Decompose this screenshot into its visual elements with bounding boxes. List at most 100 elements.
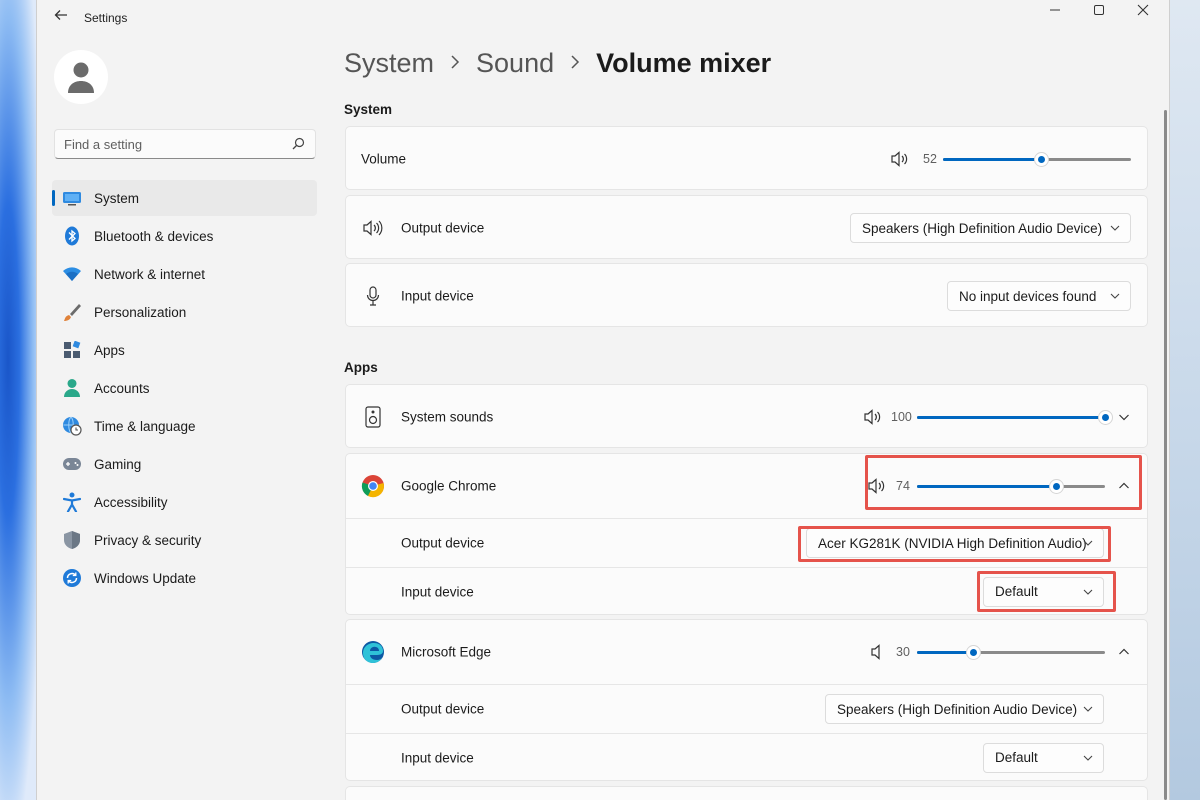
chevron-right-icon <box>450 53 460 74</box>
section-title-apps: Apps <box>344 360 378 375</box>
input-device-label: Input device <box>401 288 474 304</box>
title-bar: Settings <box>37 0 1169 36</box>
accessibility-icon <box>62 492 82 512</box>
monitor-icon <box>62 188 82 208</box>
speaker-box-icon <box>361 405 385 429</box>
maximize-button[interactable] <box>1077 0 1121 20</box>
sidebar-item-label: Apps <box>94 342 125 358</box>
system-volume-card: Volume 52 <box>345 126 1148 190</box>
dropdown-value: Acer KG281K (NVIDIA High Definition Audi… <box>818 535 1087 551</box>
sidebar-item-windows-update[interactable]: Windows Update <box>52 560 317 596</box>
speaker-icon[interactable] <box>865 474 889 498</box>
output-device-label: Output device <box>401 535 485 551</box>
input-device-dropdown[interactable]: No input devices found <box>947 281 1131 311</box>
close-icon <box>1137 4 1149 16</box>
volume-label: Volume <box>361 151 407 167</box>
breadcrumb-sound[interactable]: Sound <box>476 48 554 79</box>
sidebar-item-accessibility[interactable]: Accessibility <box>52 484 317 520</box>
chevron-down-icon <box>1119 414 1129 421</box>
search-box[interactable] <box>54 129 316 159</box>
bluetooth-icon <box>62 226 82 246</box>
gamepad-icon <box>62 454 82 474</box>
sidebar-item-network[interactable]: Network & internet <box>52 256 317 292</box>
chevron-down-icon <box>1083 706 1093 712</box>
back-arrow-icon <box>54 10 67 20</box>
sidebar-item-accounts[interactable]: Accounts <box>52 370 317 406</box>
breadcrumb-system[interactable]: System <box>344 48 434 79</box>
chevron-down-icon <box>1110 293 1120 299</box>
maximize-icon <box>1094 5 1104 15</box>
edge-output-device-dropdown[interactable]: Speakers (High Definition Audio Device) <box>825 694 1104 724</box>
edge-icon <box>361 640 385 664</box>
output-device-dropdown[interactable]: Speakers (High Definition Audio Device) <box>850 213 1131 243</box>
dropdown-value: Default <box>995 750 1038 765</box>
app-volume-slider[interactable] <box>917 476 1105 496</box>
volume-value: 52 <box>923 152 937 166</box>
minimize-icon <box>1050 9 1060 11</box>
dropdown-value: Speakers (High Definition Audio Device) <box>862 220 1103 236</box>
search-icon <box>292 137 305 150</box>
wifi-icon <box>62 264 82 284</box>
sidebar-item-label: Time & language <box>94 418 196 434</box>
chevron-up-icon <box>1119 648 1129 655</box>
back-button[interactable] <box>51 8 71 28</box>
apps-icon <box>62 340 82 360</box>
breadcrumb: System Sound Volume mixer <box>344 48 771 79</box>
app-name: Google Chrome <box>401 478 497 494</box>
app-name: Microsoft Edge <box>401 644 492 660</box>
sidebar-item-label: Windows Update <box>94 570 197 586</box>
output-device-label: Output device <box>401 701 485 717</box>
collapse-button[interactable] <box>1113 475 1135 497</box>
speaker-icon[interactable] <box>861 405 885 429</box>
chevron-down-icon <box>1083 589 1093 595</box>
search-input[interactable] <box>55 130 275 158</box>
output-device-label: Output device <box>401 220 485 236</box>
sidebar-item-time-language[interactable]: Time & language <box>52 408 317 444</box>
volume-slider[interactable] <box>943 149 1131 169</box>
sidebar-item-label: System <box>94 190 140 206</box>
brush-icon <box>62 302 82 322</box>
app-volume-value: 30 <box>896 645 910 659</box>
person-icon <box>68 62 94 93</box>
sidebar-item-label: Accounts <box>94 380 150 396</box>
speaker-low-icon[interactable] <box>865 640 889 664</box>
app-volume-slider[interactable] <box>917 407 1113 427</box>
sidebar-item-system[interactable]: System <box>52 180 317 216</box>
chrome-output-device-dropdown[interactable]: Acer KG281K (NVIDIA High Definition Audi… <box>806 528 1104 558</box>
system-output-device-card: Output device Speakers (High Definition … <box>345 195 1148 259</box>
breadcrumb-volume-mixer: Volume mixer <box>596 48 772 78</box>
desktop-wallpaper-left <box>0 0 40 800</box>
system-input-device-card: Input device No input devices found <box>345 263 1148 327</box>
sidebar-item-label: Accessibility <box>94 494 168 510</box>
edge-input-device-dropdown[interactable]: Default <box>983 742 1104 773</box>
close-button[interactable] <box>1121 0 1165 20</box>
speaker-icon <box>361 216 385 240</box>
app-volume-slider[interactable] <box>917 642 1105 662</box>
sidebar-item-label: Bluetooth & devices <box>94 228 214 244</box>
sidebar-item-apps[interactable]: Apps <box>52 332 317 368</box>
speaker-icon[interactable] <box>888 147 912 171</box>
app-card-microsoft-edge: Microsoft Edge 30 Output device Speakers… <box>345 619 1148 781</box>
chevron-down-icon <box>1110 225 1120 231</box>
dropdown-value: Default <box>995 584 1038 599</box>
user-avatar[interactable] <box>54 50 108 104</box>
app-volume-value: 100 <box>891 410 912 424</box>
sidebar-item-gaming[interactable]: Gaming <box>52 446 317 482</box>
collapse-button[interactable] <box>1113 641 1135 663</box>
scrollbar[interactable] <box>1164 110 1167 800</box>
minimize-button[interactable] <box>1033 0 1077 20</box>
app-title: Settings <box>84 11 128 25</box>
chrome-icon <box>361 474 385 498</box>
expand-button[interactable] <box>1113 406 1135 428</box>
sidebar-item-personalization[interactable]: Personalization <box>52 294 317 330</box>
chrome-input-device-dropdown[interactable]: Default <box>983 576 1104 607</box>
sidebar-item-label: Personalization <box>94 304 187 320</box>
sidebar-item-label: Privacy & security <box>94 532 202 548</box>
sidebar-item-privacy-security[interactable]: Privacy & security <box>52 522 317 558</box>
app-volume-value: 74 <box>896 479 910 493</box>
sidebar-item-bluetooth[interactable]: Bluetooth & devices <box>52 218 317 254</box>
app-card-system-sounds: System sounds 100 <box>345 384 1148 448</box>
sidebar-nav: System Bluetooth & devices Network & int… <box>52 180 317 598</box>
account-icon <box>62 378 82 398</box>
update-icon <box>62 568 82 588</box>
